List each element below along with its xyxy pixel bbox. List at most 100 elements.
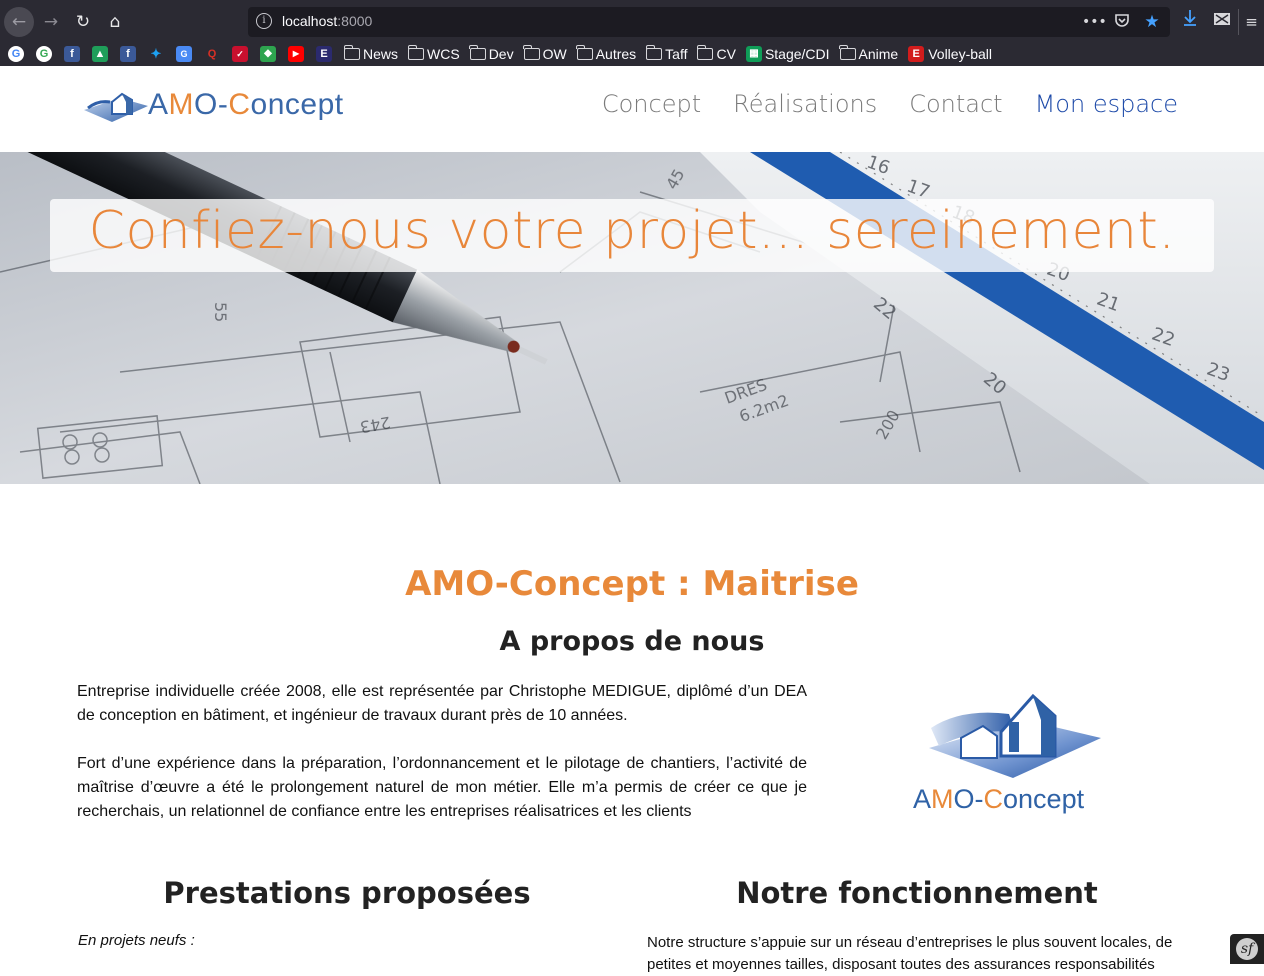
feedly-icon[interactable]: ◆ bbox=[260, 46, 276, 62]
main-nav: Concept Réalisations Contact Mon espace bbox=[602, 90, 1178, 118]
translate-icon[interactable]: G bbox=[176, 46, 192, 62]
url-actions: ••• ★ bbox=[1082, 11, 1162, 33]
folder-icon bbox=[645, 45, 663, 60]
screenshot-icon[interactable] bbox=[1206, 9, 1238, 35]
logo-letter: M bbox=[931, 784, 954, 814]
url-text[interactable]: localhost:8000 bbox=[282, 13, 372, 29]
forward-button[interactable]: → bbox=[38, 9, 64, 35]
logo-letter: oncept bbox=[1003, 784, 1085, 814]
bookmark-label: Volley-ball bbox=[928, 46, 993, 62]
symfony-icon: sf bbox=[1236, 938, 1258, 960]
nav-realisations[interactable]: Réalisations bbox=[733, 90, 877, 118]
bookmark-folder-dev[interactable]: Dev bbox=[469, 45, 514, 62]
logo-letter: O- bbox=[194, 88, 229, 121]
house-logo-icon bbox=[929, 693, 1101, 778]
bookmark-star-icon[interactable]: ★ bbox=[1142, 12, 1162, 32]
home-button[interactable]: ⌂ bbox=[102, 9, 128, 35]
hero-title-box: Confiez-nous votre projet... sereinement… bbox=[50, 199, 1214, 272]
drive-icon[interactable]: ▲ bbox=[92, 46, 108, 62]
downloads-icon[interactable] bbox=[1174, 9, 1206, 35]
bookmark-label: CV bbox=[716, 46, 736, 62]
logo-letter: C bbox=[228, 88, 251, 121]
bookmark-folder-news[interactable]: News bbox=[343, 45, 399, 62]
bookmark-volley[interactable]: E Volley-ball bbox=[908, 46, 992, 62]
logo-letter: C bbox=[983, 784, 1004, 814]
bank-icon[interactable]: ✓ bbox=[232, 46, 248, 62]
bookmark-label: Anime bbox=[858, 46, 899, 62]
symfony-toolbar-toggle[interactable]: sf bbox=[1230, 934, 1264, 964]
youtube-icon[interactable]: ▶ bbox=[288, 46, 304, 62]
quora-icon[interactable]: Q bbox=[204, 46, 220, 62]
site-info-icon[interactable]: i bbox=[256, 13, 272, 29]
browser-chrome: ← → ↻ ⌂ i localhost:8000 ••• ★ ≡ G G f ▲… bbox=[0, 0, 1264, 66]
svg-text:55: 55 bbox=[211, 302, 230, 322]
facebook-icon[interactable]: f bbox=[64, 46, 80, 62]
operation-heading: Notre fonctionnement bbox=[736, 876, 1098, 910]
folder-icon bbox=[576, 45, 593, 60]
google-icon[interactable]: G bbox=[8, 46, 24, 62]
about-paragraph: Entreprise individuelle créée 2008, elle… bbox=[77, 683, 807, 724]
logo-letter: A bbox=[913, 784, 932, 814]
folder-icon bbox=[343, 45, 360, 60]
logo-text: AMO-Concept bbox=[148, 88, 344, 122]
logo-letter: M bbox=[168, 88, 195, 121]
bookmark-label: Autres bbox=[595, 46, 637, 62]
bookmark-folder-ow[interactable]: OW bbox=[523, 45, 567, 62]
facebook-icon[interactable]: f bbox=[120, 46, 136, 62]
nav-concept[interactable]: Concept bbox=[602, 90, 701, 118]
bookmark-label: Dev bbox=[488, 46, 514, 62]
bookmark-folder-wcs[interactable]: WCS bbox=[407, 45, 460, 62]
page-actions-icon[interactable]: ••• bbox=[1082, 12, 1107, 32]
folder-icon bbox=[407, 45, 425, 60]
section-title: AMO-Concept : Maitrise bbox=[405, 564, 859, 604]
sheets-icon: ▦ bbox=[745, 46, 762, 62]
epitech-icon[interactable]: E bbox=[316, 46, 332, 62]
nav-contact[interactable]: Contact bbox=[909, 90, 1002, 118]
main-content: AMO-Concept : Maitrise A propos de nous … bbox=[0, 484, 1264, 973]
bookmark-folder-cv[interactable]: CV bbox=[696, 45, 736, 62]
bookmark-stage-cdi[interactable]: ▦ Stage/CDI bbox=[745, 46, 830, 62]
bookmark-label: News bbox=[363, 46, 399, 62]
url-bar[interactable]: i localhost:8000 ••• ★ bbox=[248, 7, 1170, 37]
bookmark-label: WCS bbox=[427, 46, 460, 62]
pocket-icon[interactable] bbox=[1112, 12, 1132, 32]
google-icon[interactable]: G bbox=[36, 46, 52, 62]
bookmark-label: Taff bbox=[665, 46, 688, 62]
house-logo-icon bbox=[84, 92, 148, 122]
about-heading: A propos de nous bbox=[499, 626, 765, 657]
bookmark-folder-autres[interactable]: Autres bbox=[576, 45, 637, 62]
site-header: AMO-Concept Concept Réalisations Contact… bbox=[0, 66, 1264, 152]
reload-button[interactable]: ↻ bbox=[70, 9, 96, 35]
folder-icon bbox=[839, 45, 856, 60]
folder-icon bbox=[469, 45, 486, 60]
site-logo[interactable]: AMO-Concept bbox=[82, 80, 362, 136]
about-logo: AMO-Concept bbox=[905, 692, 1119, 814]
bookmark-folder-anime[interactable]: Anime bbox=[839, 45, 899, 62]
bookmark-folder-taff[interactable]: Taff bbox=[645, 45, 688, 62]
folder-icon bbox=[523, 45, 540, 60]
logo-letter: O- bbox=[953, 784, 984, 814]
bookmarks-bar: G G f ▲ f ✦ G Q ✓ ◆ ▶ E News WCS Dev OW … bbox=[0, 42, 1264, 66]
lequipe-icon: E bbox=[908, 46, 925, 62]
nav-mon-espace[interactable]: Mon espace bbox=[1035, 90, 1178, 118]
logo-letter: A bbox=[148, 88, 169, 121]
toolbar-right: ≡ bbox=[1174, 8, 1264, 36]
twitter-icon[interactable]: ✦ bbox=[148, 46, 164, 62]
app-menu-icon[interactable]: ≡ bbox=[1238, 9, 1264, 35]
services-heading: Prestations proposées bbox=[163, 876, 531, 910]
services-intro: En projets neufs : bbox=[78, 932, 195, 949]
operation-text: Notre structure s’appuie sur un réseau d… bbox=[647, 934, 1173, 973]
hero-banner: 243 55 DRES 6.2m2 200 45 16 17 18 20 21 … bbox=[0, 152, 1264, 484]
folder-icon bbox=[696, 45, 714, 60]
bookmark-label: Stage/CDI bbox=[764, 46, 830, 62]
about-logo-text: AMO-Concept bbox=[913, 784, 1084, 815]
about-paragraph: Fort d’une expérience dans la préparatio… bbox=[77, 755, 807, 820]
back-button[interactable]: ← bbox=[4, 7, 34, 37]
hero-title: Confiez-nous votre projet... sereinement… bbox=[88, 201, 1176, 261]
browser-toolbar: ← → ↻ ⌂ i localhost:8000 ••• ★ ≡ bbox=[0, 0, 1264, 42]
bookmark-label: OW bbox=[542, 46, 567, 62]
about-text: Entreprise individuelle créée 2008, elle… bbox=[77, 680, 807, 824]
url-port: :8000 bbox=[337, 13, 373, 29]
logo-letter: oncept bbox=[250, 88, 344, 121]
url-host: localhost bbox=[282, 13, 338, 29]
